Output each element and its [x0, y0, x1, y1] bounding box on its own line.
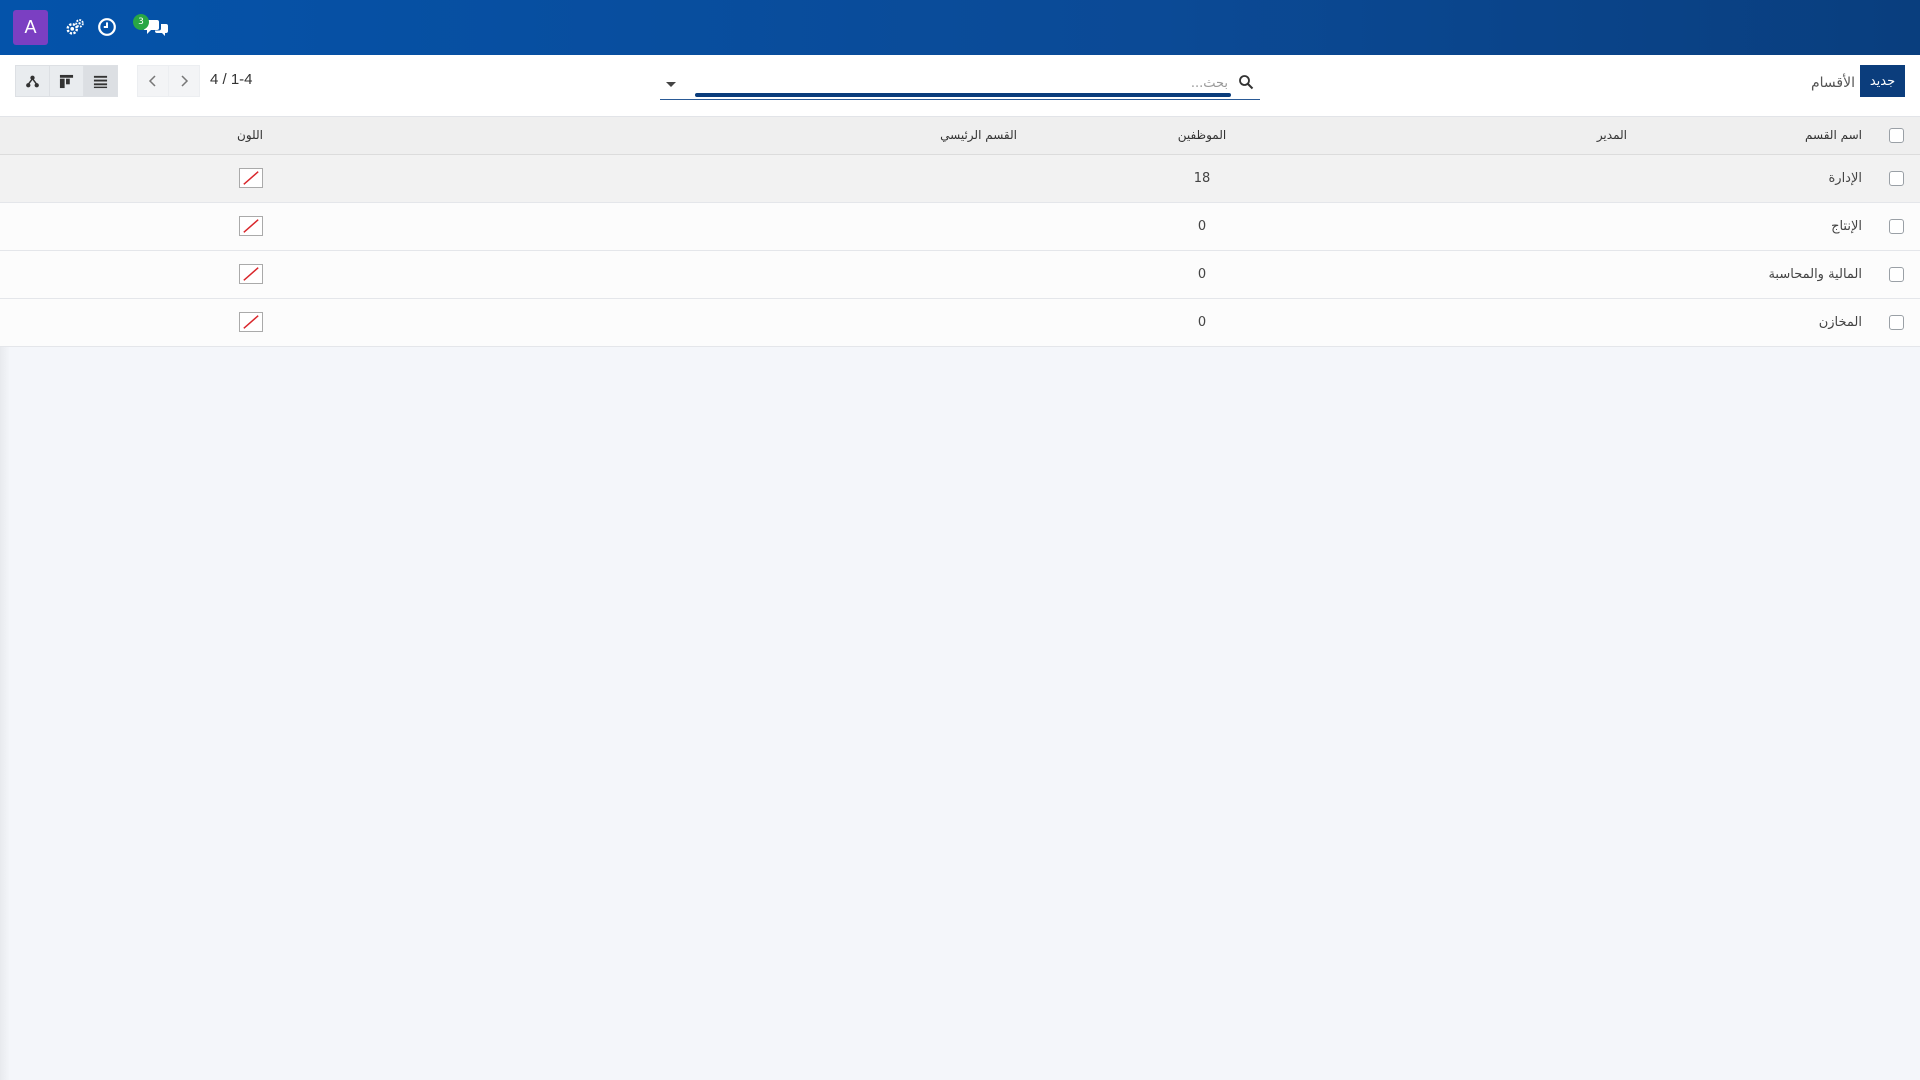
pager-next-button[interactable]	[168, 65, 200, 97]
department-manager	[1337, 298, 1627, 347]
table-row[interactable]: الإدارة 18	[0, 154, 1920, 203]
column-header-name[interactable]: اسم القسم	[1627, 117, 1872, 155]
chat-badge: 3	[133, 14, 149, 30]
select-all-checkbox[interactable]	[1888, 127, 1904, 143]
employee-count: 18	[1067, 154, 1337, 203]
search-icon	[1238, 74, 1254, 90]
breadcrumb: الأقسام	[1811, 75, 1855, 91]
row-checkbox-cell	[1872, 250, 1920, 299]
parent-department	[357, 202, 1067, 251]
search-bar	[660, 68, 1260, 100]
row-checkbox[interactable]	[1888, 266, 1904, 282]
color-cell	[0, 250, 357, 299]
employee-count: 0	[1067, 250, 1337, 299]
table-row[interactable]: الإنتاج 0	[0, 202, 1920, 251]
parent-department	[357, 154, 1067, 203]
kanban-view-button[interactable]	[49, 65, 84, 97]
pager-value[interactable]: 4 / 1-4	[210, 71, 253, 88]
department-manager	[1337, 250, 1627, 299]
department-name: الإنتاج	[1627, 202, 1872, 251]
view-switcher	[15, 65, 118, 97]
table-row[interactable]: المخازن 0	[0, 298, 1920, 347]
select-all-cell	[1872, 117, 1920, 155]
row-checkbox-cell	[1872, 202, 1920, 251]
pager-previous-button[interactable]	[137, 65, 169, 97]
list-view-button[interactable]	[83, 65, 118, 97]
pager-arrows	[137, 65, 200, 97]
parent-department	[357, 298, 1067, 347]
row-checkbox-cell	[1872, 154, 1920, 203]
kanban-icon	[59, 74, 74, 88]
caret-down-icon	[666, 82, 676, 87]
employee-count: 0	[1067, 202, 1337, 251]
user-avatar[interactable]: A	[13, 10, 48, 45]
color-cell	[0, 202, 357, 251]
hierarchy-icon	[26, 75, 39, 87]
control-panel: 4 / 1-4 الأقسام جديد	[0, 55, 1920, 117]
color-cell	[0, 154, 357, 203]
no-color-swatch[interactable]	[239, 168, 263, 188]
departments-table: اسم القسم المدير الموظفين القسم الرئيسي …	[0, 117, 1920, 347]
search-options-toggle[interactable]	[660, 74, 682, 94]
chevron-right-icon	[181, 75, 189, 87]
row-checkbox[interactable]	[1888, 218, 1904, 234]
color-cell	[0, 298, 357, 347]
search-input[interactable]	[692, 72, 1228, 94]
no-color-swatch[interactable]	[239, 312, 263, 332]
chevron-left-icon	[148, 75, 156, 87]
table-header-row: اسم القسم المدير الموظفين القسم الرئيسي …	[0, 117, 1920, 155]
new-button[interactable]: جديد	[1860, 65, 1905, 97]
settings-cogs-icon[interactable]	[64, 16, 86, 38]
employee-count: 0	[1067, 298, 1337, 347]
no-color-swatch[interactable]	[239, 216, 263, 236]
column-header-parent[interactable]: القسم الرئيسي	[357, 117, 1067, 155]
department-name: الإدارة	[1627, 154, 1872, 203]
hierarchy-view-button[interactable]	[15, 65, 50, 97]
department-name: المخازن	[1627, 298, 1872, 347]
parent-department	[357, 250, 1067, 299]
table-row[interactable]: المالية والمحاسبة 0	[0, 250, 1920, 299]
row-checkbox[interactable]	[1888, 314, 1904, 330]
department-name: المالية والمحاسبة	[1627, 250, 1872, 299]
column-header-color[interactable]: اللون	[0, 117, 357, 155]
row-checkbox-cell	[1872, 298, 1920, 347]
no-color-swatch[interactable]	[239, 264, 263, 284]
column-header-employees[interactable]: الموظفين	[1067, 117, 1337, 155]
department-manager	[1337, 202, 1627, 251]
top-navbar: A 3	[0, 0, 1920, 55]
department-manager	[1337, 154, 1627, 203]
search-focus-bar	[695, 93, 1231, 97]
column-header-manager[interactable]: المدير	[1337, 117, 1627, 155]
clock-icon[interactable]	[96, 16, 118, 38]
list-icon	[93, 75, 108, 88]
row-checkbox[interactable]	[1888, 170, 1904, 186]
